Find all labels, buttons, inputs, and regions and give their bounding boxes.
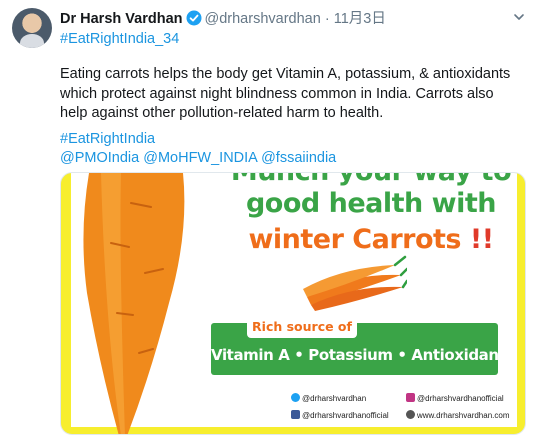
instagram-icon: [406, 393, 415, 402]
headline-exclaim: !!: [461, 224, 494, 255]
hashtag-top[interactable]: #EatRightIndia_34: [60, 29, 179, 49]
avatar[interactable]: [12, 8, 52, 48]
author-name[interactable]: Dr Harsh Vardhan: [60, 11, 183, 27]
facebook-handle: @drharshvardhanofficial: [302, 411, 389, 420]
website-url: www.drharshvardhan.com: [417, 411, 510, 420]
tweet-image[interactable]: Munch your way to good health with winte…: [60, 172, 526, 435]
verified-badge-icon: [186, 10, 201, 26]
separator-dot: ·: [324, 11, 330, 27]
rich-source-label: Rich source of: [247, 316, 357, 338]
social-twitter: @drharshvardhan: [291, 391, 366, 406]
mention-mohfw[interactable]: @MoHFW_INDIA: [143, 150, 257, 166]
big-carrot-illustration: [83, 173, 185, 434]
headline-line0: Munch your way to: [221, 173, 521, 187]
headline-carrots: winter Carrots: [248, 224, 461, 255]
mention-pmoindia[interactable]: @PMOIndia: [60, 150, 139, 166]
tweet-text-line: which protect against night blindness co…: [60, 85, 494, 102]
tweet[interactable]: Dr Harsh Vardhan @drharshvardhan · 11月3日 …: [0, 0, 540, 439]
twitter-icon: [291, 393, 300, 402]
tweet-text-line: help against other pollution-related har…: [60, 105, 384, 121]
facebook-icon: [291, 410, 300, 419]
tweet-time[interactable]: 11月3日: [334, 11, 386, 27]
chevron-down-icon[interactable]: [512, 10, 526, 24]
social-instagram: @drharshvardhanofficial: [406, 391, 504, 406]
hashtag-bottom[interactable]: #EatRightIndia: [60, 130, 155, 150]
headline-line1: good health with: [245, 188, 497, 219]
instagram-handle: @drharshvardhanofficial: [417, 394, 504, 403]
tweet-text: Eating carrots helps the body get Vitami…: [60, 65, 530, 124]
social-website: www.drharshvardhan.com: [406, 408, 509, 423]
carrot-bundle-illustration: [303, 255, 407, 311]
social-facebook: @drharshvardhanofficial: [291, 408, 389, 423]
nutrients-text: Vitamin A • Potassium • Antioxidants: [211, 346, 514, 364]
mentions: @PMOIndia @MoHFW_INDIA @fssaiindia: [60, 149, 336, 169]
headline-line2: winter Carrots !!: [221, 225, 521, 255]
twitter-handle: @drharshvardhan: [302, 394, 367, 403]
tweet-header: Dr Harsh Vardhan @drharshvardhan · 11月3日: [60, 9, 386, 29]
author-handle[interactable]: @drharshvardhan: [205, 11, 321, 27]
mention-fssai[interactable]: @fssaiindia: [261, 150, 336, 166]
tweet-text-line: Eating carrots helps the body get Vitami…: [60, 66, 511, 82]
globe-icon: [406, 410, 415, 419]
